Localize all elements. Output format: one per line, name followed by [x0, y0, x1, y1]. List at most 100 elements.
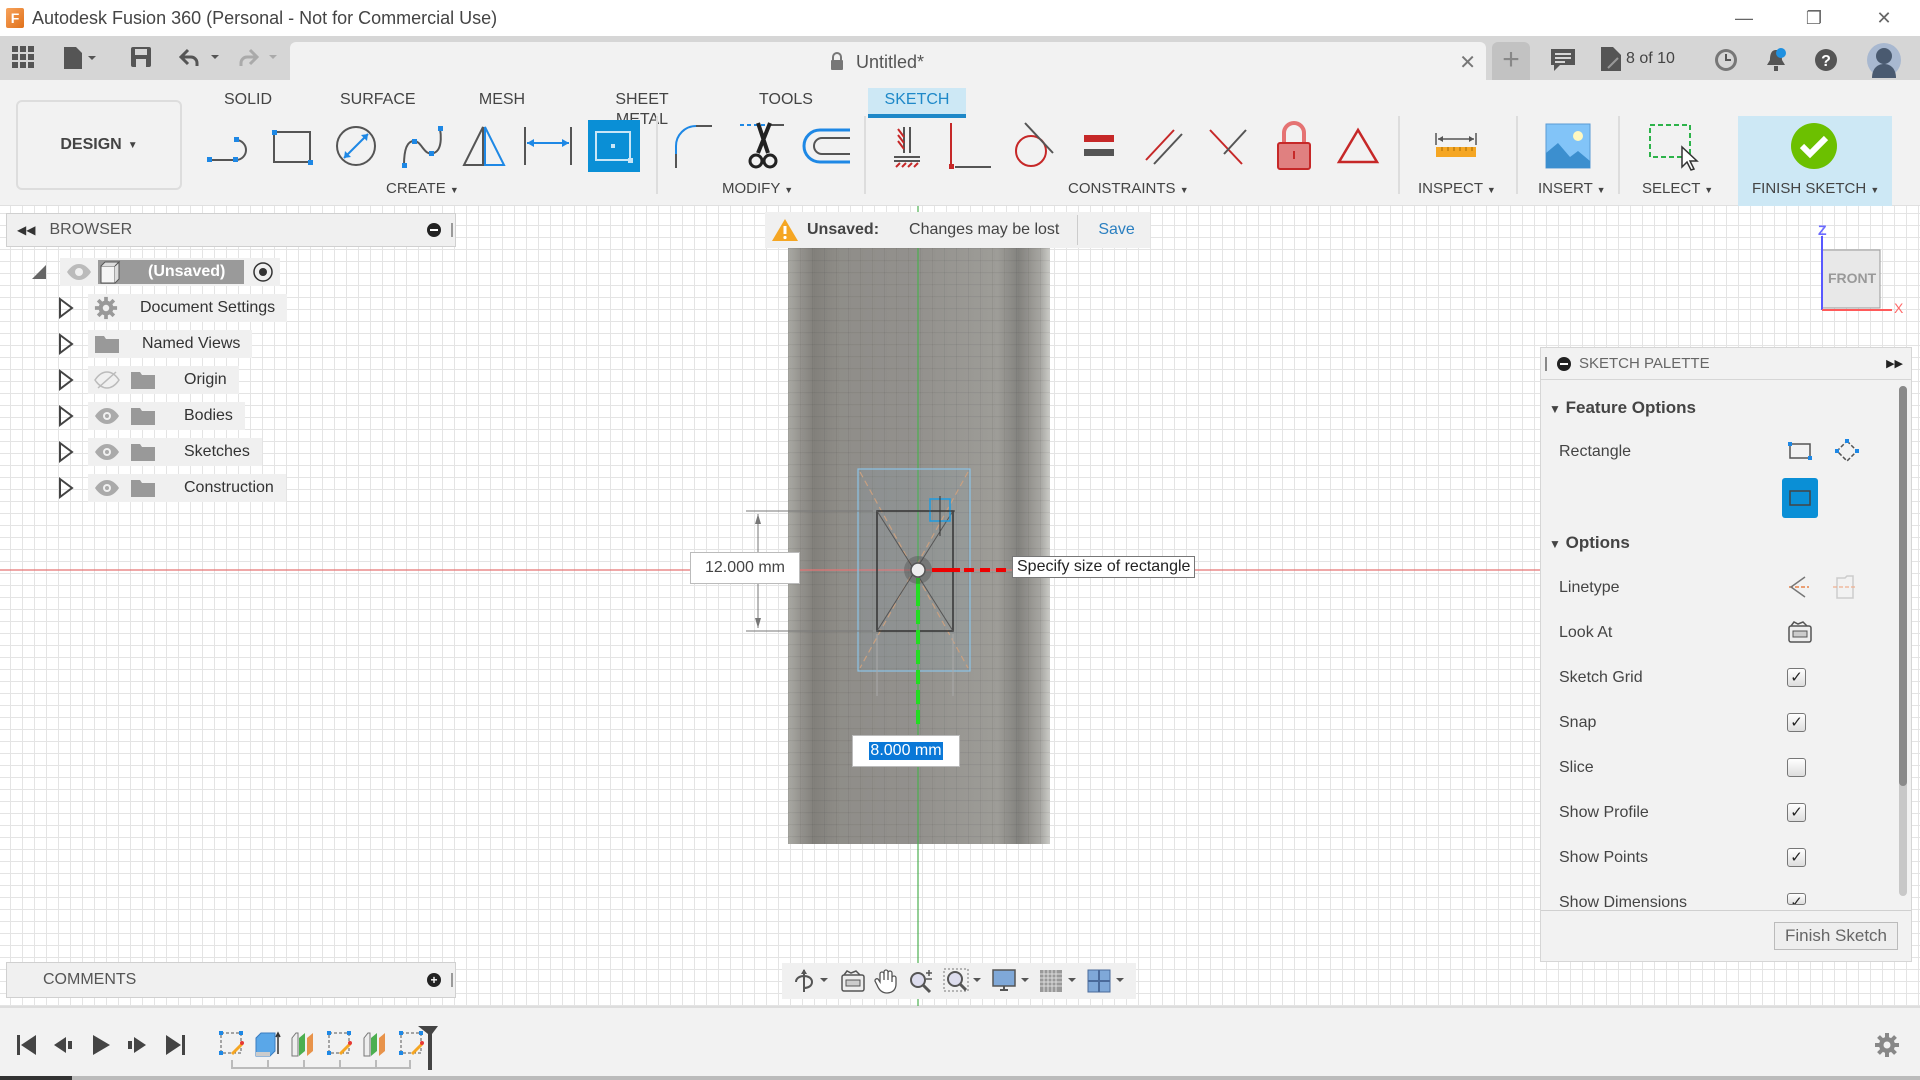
browser-item-named-views[interactable]: Named Views: [58, 330, 253, 358]
pan-hand-icon[interactable]: [873, 968, 899, 994]
timeline-feature-sketch[interactable]: [218, 1030, 246, 1063]
finish-sketch-icon-button[interactable]: [1788, 120, 1840, 172]
timeline-marker[interactable]: [416, 1024, 442, 1072]
finish-sketch-palette-button[interactable]: Finish Sketch: [1774, 922, 1898, 950]
expand-triangle-icon[interactable]: [58, 441, 74, 463]
collapse-browser-icon[interactable]: ◀◀: [17, 223, 35, 237]
line-tool-button[interactable]: [202, 120, 254, 172]
sketch-dimension-tool-button[interactable]: [522, 120, 574, 172]
undo-icon[interactable]: [178, 46, 222, 73]
scrollbar-track[interactable]: [1899, 386, 1907, 896]
tab-mesh[interactable]: MESH: [478, 90, 526, 120]
browser-item-document-settings[interactable]: Document Settings: [58, 294, 288, 322]
expand-triangle-icon[interactable]: [58, 477, 74, 499]
save-link[interactable]: Save: [1098, 221, 1134, 239]
constraints-menu[interactable]: CONSTRAINTS ▼: [1068, 180, 1189, 197]
document-tab[interactable]: Untitled* ✕: [290, 42, 1486, 82]
go-to-end-icon[interactable]: [162, 1032, 188, 1058]
grid-menu-icon[interactable]: [12, 46, 34, 73]
notifications-icon[interactable]: [1764, 47, 1788, 78]
save-icon[interactable]: [130, 46, 152, 73]
expanded-triangle-icon[interactable]: [30, 263, 48, 281]
minimize-button[interactable]: —: [1716, 0, 1772, 36]
tab-surface[interactable]: SURFACE: [340, 90, 416, 120]
equal-constraint-button[interactable]: [1074, 120, 1126, 172]
scrollbar-thumb[interactable]: [1899, 386, 1907, 786]
browser-item-bodies[interactable]: Bodies: [58, 402, 245, 430]
create-menu[interactable]: CREATE ▼: [386, 180, 459, 197]
perpendicular-constraint-button[interactable]: [1202, 120, 1254, 172]
step-forward-icon[interactable]: [124, 1032, 150, 1058]
center-rectangle-tool-button[interactable]: [588, 120, 640, 172]
fix-constraint-button[interactable]: [880, 120, 932, 172]
mirror-tool-button[interactable]: [458, 120, 510, 172]
modify-menu[interactable]: MODIFY ▼: [722, 180, 793, 197]
redo-icon[interactable]: [238, 46, 282, 73]
workspace-switcher[interactable]: DESIGN ▼: [16, 100, 182, 190]
fillet-tool-button[interactable]: [670, 120, 722, 172]
offset-tool-button[interactable]: [800, 120, 852, 172]
parallel-constraint-button[interactable]: [1138, 120, 1190, 172]
minimize-panel-icon[interactable]: [1557, 356, 1571, 371]
step-back-icon[interactable]: [50, 1032, 76, 1058]
play-icon[interactable]: [88, 1032, 114, 1058]
spline-tool-button[interactable]: [394, 120, 446, 172]
document-versions-button[interactable]: 8 of 10: [1600, 46, 1675, 72]
timeline-feature-sketch[interactable]: [326, 1030, 354, 1063]
browser-item-sketches[interactable]: Sketches: [58, 438, 262, 466]
centerline-linetype-icon[interactable]: [1831, 574, 1859, 600]
coincident-constraint-button[interactable]: [944, 120, 996, 172]
panel-grip-icon[interactable]: [1545, 356, 1547, 371]
eye-icon[interactable]: [94, 406, 120, 426]
timeline-feature-plane[interactable]: [290, 1030, 318, 1063]
grid-snaps-icon[interactable]: [1038, 968, 1078, 994]
file-menu-icon[interactable]: [62, 46, 100, 75]
finish-sketch-menu[interactable]: FINISH SKETCH ▼: [1752, 180, 1879, 197]
fit-zoom-window-icon[interactable]: [943, 968, 983, 994]
feature-options-header[interactable]: ▼ Feature Options: [1549, 398, 1696, 418]
minimize-panel-icon[interactable]: [427, 223, 441, 237]
checkbox-show-profile[interactable]: ✓: [1787, 803, 1806, 822]
measure-tool-button[interactable]: [1430, 120, 1482, 172]
construction-linetype-icon[interactable]: [1785, 574, 1813, 600]
display-settings-icon[interactable]: [991, 968, 1031, 994]
expand-triangle-icon[interactable]: [58, 297, 74, 319]
viewcube-face-front[interactable]: FRONT: [1828, 270, 1876, 286]
three-point-rectangle-icon[interactable]: [1833, 438, 1861, 464]
tangent-constraint-button[interactable]: [1008, 120, 1060, 172]
checkbox-show-points[interactable]: ✓: [1787, 848, 1806, 867]
job-status-icon[interactable]: [1714, 48, 1738, 77]
eye-icon[interactable]: [94, 442, 120, 462]
close-tab-button[interactable]: ✕: [1459, 50, 1476, 75]
height-dimension-label[interactable]: 12.000 mm: [690, 552, 800, 584]
timeline-feature-extrude[interactable]: [254, 1030, 282, 1063]
browser-item-construction[interactable]: Construction: [58, 474, 286, 502]
tab-sketch[interactable]: SKETCH: [868, 88, 966, 118]
checkbox-show-dimensions[interactable]: ✓: [1787, 893, 1806, 905]
checkbox-snap[interactable]: ✓: [1787, 713, 1806, 732]
width-dimension-input[interactable]: 8.000 mm: [852, 735, 960, 767]
eye-hidden-icon[interactable]: [94, 370, 120, 390]
orbit-icon[interactable]: [792, 968, 832, 994]
expand-triangle-icon[interactable]: [58, 333, 74, 355]
select-tool-button[interactable]: [1648, 120, 1700, 172]
timeline-scroll[interactable]: [0, 1076, 1920, 1080]
two-point-rectangle-icon[interactable]: [1787, 440, 1813, 462]
options-header[interactable]: ▼ Options: [1549, 533, 1630, 553]
profile-avatar[interactable]: [1866, 42, 1902, 83]
panel-grip-icon[interactable]: [451, 223, 453, 237]
panel-grip-icon[interactable]: [451, 973, 453, 987]
view-cube[interactable]: Z X FRONT: [1810, 222, 1920, 316]
insert-image-button[interactable]: [1542, 120, 1594, 172]
tab-sheet-metal[interactable]: SHEET METAL: [588, 90, 696, 128]
fix-unfix-button[interactable]: [1268, 120, 1320, 172]
add-comment-icon[interactable]: +: [427, 973, 441, 987]
expand-triangle-icon[interactable]: [58, 405, 74, 427]
expand-triangle-icon[interactable]: [58, 369, 74, 391]
timeline-feature-plane[interactable]: [362, 1030, 390, 1063]
look-at-icon[interactable]: [1787, 620, 1813, 644]
go-to-start-icon[interactable]: [14, 1032, 40, 1058]
midpoint-constraint-button[interactable]: [1332, 120, 1384, 172]
new-tab-button[interactable]: +: [1492, 42, 1530, 80]
comment-icon[interactable]: [1550, 48, 1576, 77]
